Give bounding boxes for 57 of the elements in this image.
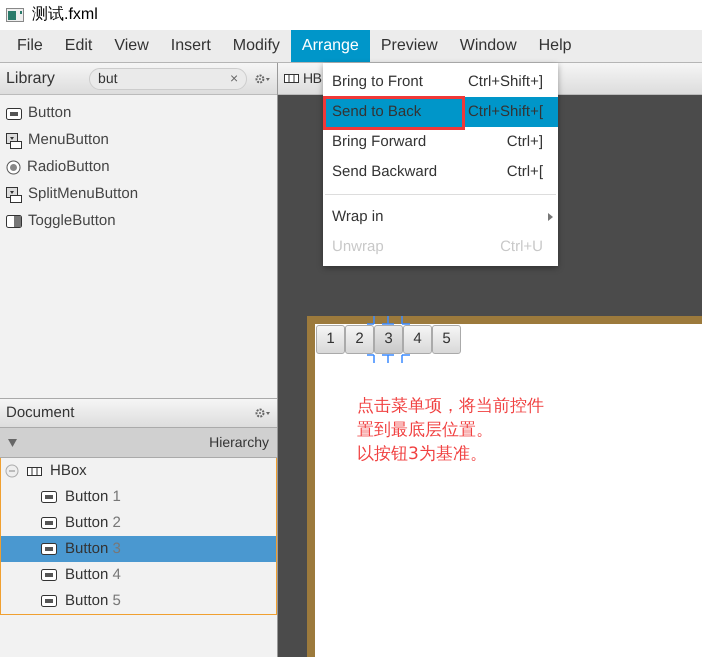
canvas-button[interactable]: 2 bbox=[345, 325, 374, 354]
menu-item[interactable]: Send Backward Ctrl+[ bbox=[323, 157, 558, 187]
menu-bar-item[interactable]: Preview bbox=[370, 30, 449, 62]
library-item[interactable]: ToggleButton bbox=[0, 208, 277, 235]
clear-icon[interactable]: × bbox=[230, 68, 238, 89]
menu-bar-item[interactable]: Modify bbox=[222, 30, 291, 62]
ok-button-icon bbox=[41, 491, 57, 503]
tree-item[interactable]: Button 2 bbox=[1, 510, 276, 536]
ok-button-icon bbox=[41, 543, 57, 555]
radio-button-icon bbox=[6, 160, 21, 175]
library-item[interactable]: Button bbox=[0, 100, 277, 127]
menu-item[interactable]: Bring to Front Ctrl+Shift+] bbox=[323, 67, 558, 97]
ok-button-icon bbox=[41, 517, 57, 529]
menu-bar-item[interactable]: Window bbox=[448, 30, 528, 62]
document-tab[interactable]: HB bbox=[303, 68, 322, 89]
library-item[interactable]: RadioButton bbox=[0, 154, 277, 181]
canvas-button[interactable]: 3 bbox=[374, 325, 403, 354]
menu-bar-item[interactable]: Insert bbox=[160, 30, 222, 62]
dropdown-arrow-icon[interactable] bbox=[8, 438, 17, 446]
menu-bar-item[interactable]: View bbox=[103, 30, 160, 62]
menu-bar-item[interactable]: Help bbox=[528, 30, 583, 62]
gear-icon[interactable] bbox=[255, 408, 271, 418]
menu-button-icon bbox=[6, 186, 22, 202]
hbox-icon bbox=[284, 74, 299, 83]
hierarchy-column-header: Hierarchy bbox=[209, 433, 269, 452]
window-title: 测试.fxml bbox=[32, 4, 98, 25]
canvas-button[interactable]: 1 bbox=[316, 325, 345, 354]
menu-button-icon bbox=[6, 132, 22, 148]
annotation-note: 点击菜单项，将当前控件 置到最底层位置。 以按钮3为基准。 bbox=[357, 395, 545, 466]
tree-item[interactable]: Button 4 bbox=[1, 562, 276, 588]
library-title: Library bbox=[6, 68, 56, 88]
hbox-icon bbox=[27, 466, 42, 476]
tree-item[interactable]: HBox bbox=[1, 458, 276, 484]
library-item[interactable]: MenuButton bbox=[0, 127, 277, 154]
canvas-button[interactable]: 4 bbox=[403, 325, 432, 354]
search-field[interactable]: but × bbox=[89, 68, 248, 90]
selection-handles-drawing bbox=[366, 354, 411, 363]
menu-item[interactable]: Bring Forward Ctrl+] bbox=[323, 127, 558, 157]
tree-item[interactable]: Button 5 bbox=[1, 588, 276, 614]
app-icon bbox=[6, 8, 24, 22]
library-item[interactable]: SplitMenuButton bbox=[0, 181, 277, 208]
tree-item[interactable]: Button 1 bbox=[1, 484, 276, 510]
menu-item[interactable]: Send to Back Ctrl+Shift+[ bbox=[323, 97, 558, 127]
submenu-arrow-icon bbox=[548, 213, 553, 221]
ok-button-icon bbox=[41, 569, 57, 581]
tree-item[interactable]: Button 3 bbox=[1, 536, 276, 562]
ok-button-icon bbox=[41, 595, 57, 607]
ok-button-icon bbox=[6, 108, 22, 120]
gear-icon[interactable] bbox=[255, 74, 271, 84]
menu-bar-item[interactable]: Edit bbox=[54, 30, 104, 62]
document-title: Document bbox=[6, 402, 74, 423]
toggle-button-icon bbox=[6, 215, 22, 228]
menu-item[interactable]: Wrap in bbox=[323, 202, 558, 232]
selection-handles-drawing bbox=[366, 316, 411, 325]
canvas-button[interactable]: 5 bbox=[432, 325, 461, 354]
menu-bar-item[interactable]: File bbox=[6, 30, 54, 62]
collapse-icon[interactable] bbox=[5, 464, 19, 478]
